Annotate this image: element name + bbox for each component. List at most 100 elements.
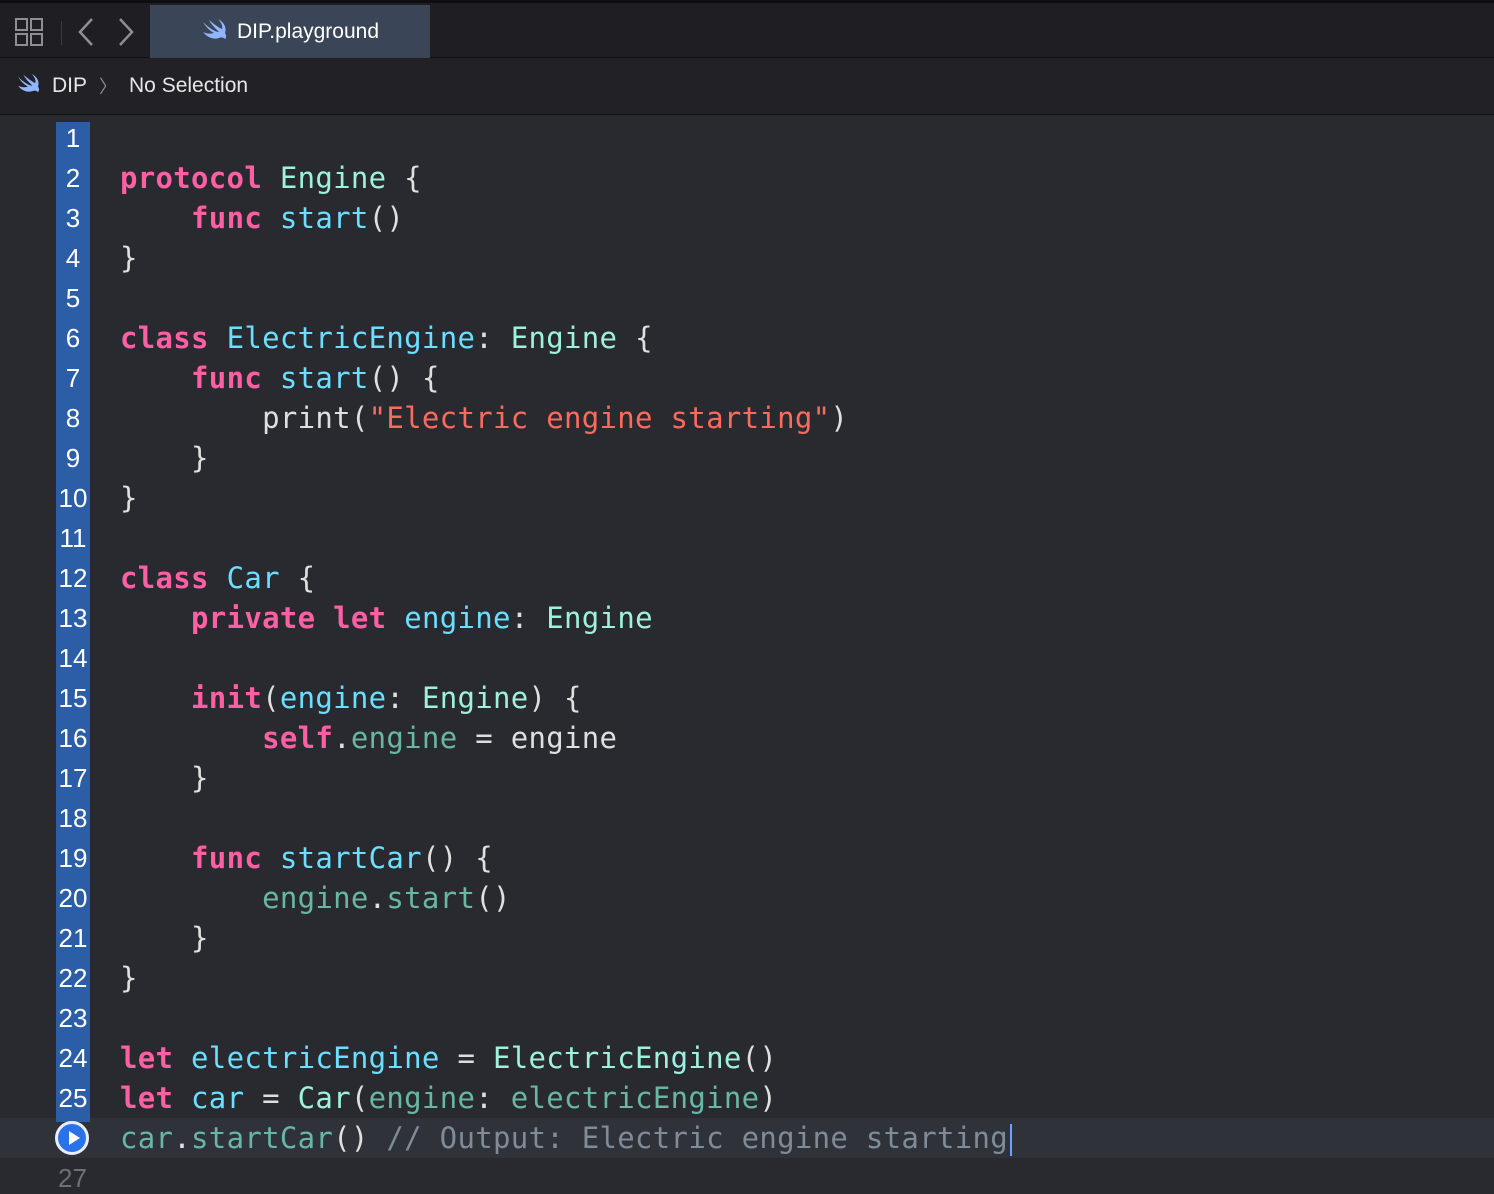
code-line[interactable]: func startCar() {	[120, 838, 493, 878]
line-number: 1	[65, 123, 81, 153]
line-number: 16	[58, 723, 88, 753]
code-token: Engine	[421, 681, 529, 715]
code-token: engine	[368, 1081, 476, 1115]
breadcrumb-dip[interactable]: DIP	[52, 74, 87, 98]
code-token: ()	[368, 201, 405, 235]
code-token: car	[120, 1121, 174, 1155]
code-line[interactable]: }	[120, 758, 209, 798]
code-token: )	[759, 1081, 778, 1115]
code-line[interactable]: print("Electric engine starting")	[120, 398, 848, 438]
code-line[interactable]: }	[120, 918, 209, 958]
code-token: {	[279, 561, 316, 595]
tab-dip-playground[interactable]: DIP.playground	[150, 5, 430, 59]
code-line[interactable]: class Car {	[120, 558, 315, 598]
code-line[interactable]: self.engine = engine	[120, 718, 617, 758]
code-token: }	[120, 441, 209, 475]
line-number: 21	[58, 923, 88, 953]
code-token: (	[262, 681, 280, 715]
code-line[interactable]: engine.start()	[120, 878, 511, 918]
code-token: () {	[421, 841, 493, 875]
window-toolbar: DIP.playground	[0, 0, 1494, 59]
code-token: func	[191, 841, 263, 875]
line-number: 14	[58, 643, 88, 673]
code-line[interactable]: }	[120, 958, 138, 998]
code-token: private	[191, 601, 316, 635]
code-line[interactable]: let car = Car(engine: electricEngine)	[120, 1078, 777, 1118]
line-number: 24	[58, 1043, 88, 1073]
code-token: ) {	[528, 681, 582, 715]
code-line[interactable]: let electricEngine = ElectricEngine()	[120, 1038, 777, 1078]
run-line-button[interactable]	[55, 1121, 89, 1155]
code-token: {	[617, 321, 653, 355]
code-token: startCar	[191, 1121, 334, 1155]
line-number: 18	[58, 803, 88, 833]
code-token: :	[475, 321, 511, 355]
code-line[interactable]: }	[120, 478, 138, 518]
code-line[interactable]: func start()	[120, 198, 404, 238]
code-token: }	[120, 961, 138, 995]
code-line[interactable]: }	[120, 438, 209, 478]
code-token: self	[262, 721, 334, 755]
code-token: "Electric engine starting"	[368, 401, 831, 435]
code-token: () {	[368, 361, 440, 395]
code-token: .	[173, 1121, 192, 1155]
source-editor[interactable]: 1 2 3 4 5 6 7 8 9 10 11 12 13 14 15 16 17 18 19 20 21 22 23 24 2…	[0, 115, 1494, 1193]
related-items-grid-icon[interactable]	[14, 17, 44, 52]
line-number: 25	[58, 1083, 88, 1113]
code-token: electricEngine	[191, 1041, 440, 1075]
code-line[interactable]: protocol Engine {	[120, 158, 422, 198]
code-line[interactable]: class ElectricEngine: Engine {	[120, 318, 653, 358]
code-token: }	[120, 241, 138, 275]
code-line[interactable]: }	[120, 238, 138, 278]
code-token: engine	[350, 721, 458, 755]
code-token: // Output: Electric engine starting	[386, 1121, 1008, 1155]
code-token: let	[120, 1081, 174, 1115]
code-line[interactable]: car.startCar() // Output: Electric engin…	[120, 1118, 1012, 1158]
line-number: 20	[58, 883, 88, 913]
code-token: car	[191, 1081, 245, 1115]
line-number: 7	[65, 363, 81, 393]
code-line[interactable]: func start() {	[120, 358, 440, 398]
code-token: start	[386, 881, 476, 915]
code-token: = engine	[457, 721, 618, 755]
line-number: 2	[65, 163, 81, 193]
line-number: 17	[58, 763, 88, 793]
code-token: )	[830, 401, 849, 435]
chevron-right-icon[interactable]	[114, 17, 138, 52]
line-number: 22	[58, 963, 88, 993]
code-token: }	[120, 481, 138, 515]
line-number: 10	[58, 483, 88, 513]
code-token: :	[386, 681, 422, 715]
code-token: startCar	[279, 841, 422, 875]
code-token: let	[333, 601, 387, 635]
swift-icon	[16, 73, 40, 99]
code-token: .	[368, 881, 387, 915]
line-number: 15	[58, 683, 88, 713]
breadcrumb-chevron-icon: 〉	[99, 77, 118, 97]
code-token: Engine	[279, 161, 387, 195]
code-token: (	[350, 1081, 369, 1115]
code-line[interactable]: private let engine: Engine	[120, 598, 653, 638]
code-token: ElectricEngine	[492, 1041, 742, 1075]
line-number: 23	[58, 1003, 88, 1033]
line-number: 9	[65, 443, 81, 473]
code-token: }	[120, 921, 209, 955]
breadcrumb-no-selection[interactable]: No Selection	[129, 74, 248, 98]
line-number: 12	[58, 563, 88, 593]
line-number: 5	[65, 283, 81, 313]
code-token: class	[120, 561, 209, 595]
code-token: engine	[404, 601, 511, 635]
chevron-left-icon[interactable]	[74, 17, 98, 52]
code-line[interactable]: init(engine: Engine) {	[120, 678, 582, 718]
